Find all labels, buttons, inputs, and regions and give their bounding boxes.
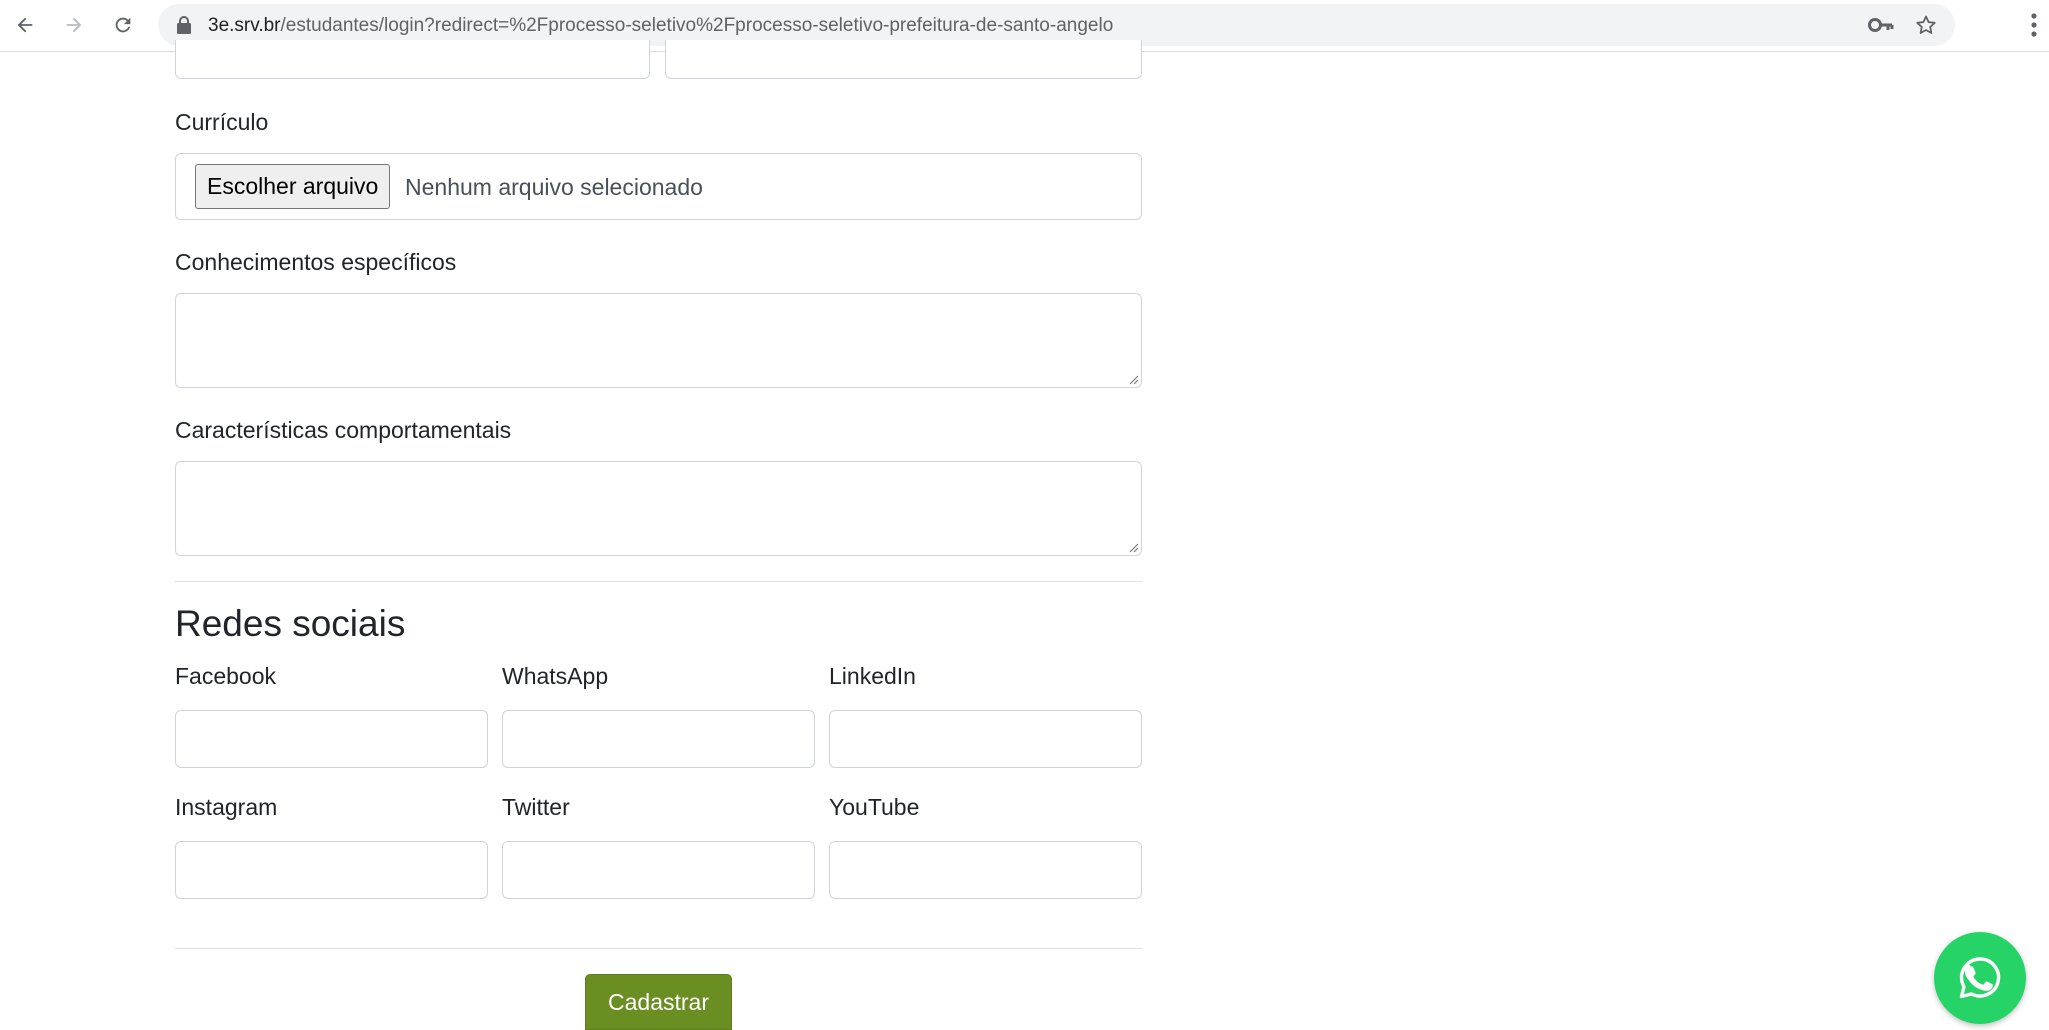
conhecimentos-textarea[interactable]	[175, 293, 1142, 388]
form-footer-divider	[175, 948, 1142, 949]
facebook-input[interactable]	[175, 710, 488, 768]
social-section-title: Redes sociais	[175, 603, 406, 644]
section-divider	[175, 581, 1142, 582]
arrow-right-icon	[66, 17, 82, 33]
whatsapp-label: WhatsApp	[502, 663, 609, 689]
curriculo-label: Currículo	[175, 109, 269, 135]
resize-grip-icon[interactable]	[1127, 373, 1139, 385]
kebab-menu-icon[interactable]	[2030, 12, 2038, 38]
cadastrar-button[interactable]: Cadastrar	[585, 974, 732, 1030]
file-status-text: Nenhum arquivo selecionado	[405, 174, 703, 200]
forward-button[interactable]	[57, 8, 91, 42]
linkedin-input[interactable]	[829, 710, 1142, 768]
whatsapp-icon	[1959, 957, 2001, 999]
instagram-input[interactable]	[175, 841, 488, 899]
instagram-label: Instagram	[175, 794, 278, 820]
star-icon[interactable]	[1914, 13, 1938, 37]
resize-grip-icon[interactable]	[1127, 541, 1139, 553]
caracteristicas-textarea[interactable]	[175, 461, 1142, 556]
choose-file-button[interactable]: Escolher arquivo	[195, 164, 391, 209]
back-button[interactable]	[8, 8, 42, 42]
text-input-partial-left[interactable]	[175, 40, 650, 79]
youtube-label: YouTube	[829, 794, 920, 820]
caracteristicas-label: Características comportamentais	[175, 417, 512, 443]
whatsapp-input[interactable]	[502, 710, 815, 768]
url-host: 3e.srv.br	[208, 15, 281, 36]
url-text: 3e.srv.br/estudantes/login?redirect=%2Fp…	[208, 15, 1113, 37]
linkedin-label: LinkedIn	[829, 663, 916, 689]
twitter-input[interactable]	[502, 841, 815, 899]
whatsapp-float-button[interactable]	[1934, 932, 2026, 1024]
lock-icon	[177, 16, 191, 34]
key-icon[interactable]	[1868, 15, 1894, 35]
curriculo-file-input[interactable]: Escolher arquivo Nenhum arquivo selecion…	[175, 153, 1142, 220]
text-input-partial-right[interactable]	[665, 40, 1142, 79]
reload-icon	[115, 17, 131, 33]
url-path: /estudantes/login?redirect=%2Fprocesso-s…	[280, 15, 1114, 36]
twitter-label: Twitter	[502, 794, 570, 820]
facebook-label: Facebook	[175, 663, 277, 689]
reload-button[interactable]	[106, 8, 140, 42]
conhecimentos-label: Conhecimentos específicos	[175, 249, 457, 275]
youtube-input[interactable]	[829, 841, 1142, 899]
arrow-left-icon	[17, 17, 33, 33]
